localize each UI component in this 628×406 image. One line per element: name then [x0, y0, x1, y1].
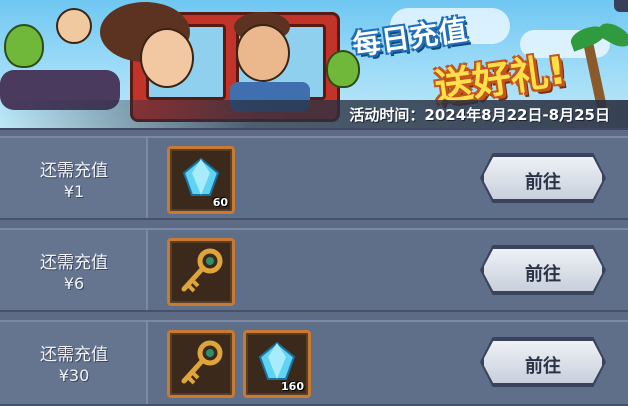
corner-decoration	[614, 0, 628, 12]
go-button-label: 前往	[525, 264, 561, 285]
event-banner: 每日充值 送好礼! 活动时间：2024年8月22日-8月25日	[0, 0, 628, 130]
reward-item-slot[interactable]	[167, 238, 235, 306]
requirement-amount: ¥30	[58, 366, 90, 385]
requirement-amount: ¥6	[63, 274, 85, 293]
reward-tier-row: 还需充值 ¥1 60 前往	[0, 136, 628, 220]
character-face	[56, 8, 92, 44]
event-time-text: 活动时间：2024年8月22日-8月25日	[349, 106, 610, 124]
go-button[interactable]: 前往	[482, 247, 604, 293]
character-face	[140, 28, 194, 88]
reward-item-slot[interactable]	[167, 330, 235, 398]
requirement-label: 还需充值	[40, 253, 108, 273]
go-button-label: 前往	[525, 172, 561, 193]
requirement-cell: 还需充值 ¥1	[0, 138, 148, 218]
requirement-cell: 还需充值 ¥6	[0, 230, 148, 310]
key-icon	[181, 340, 223, 385]
reward-count: 160	[281, 380, 304, 393]
key-icon	[181, 248, 223, 293]
reward-item-slot[interactable]: 160	[243, 330, 311, 398]
reward-item-slot[interactable]: 60	[167, 146, 235, 214]
requirement-amount: ¥1	[63, 182, 85, 201]
reward-count: 60	[212, 196, 228, 209]
go-button[interactable]: 前往	[482, 339, 604, 385]
requirement-label: 还需充值	[40, 345, 108, 365]
go-button-label: 前往	[525, 356, 561, 377]
requirement-cell: 还需充值 ¥30	[0, 322, 148, 404]
reward-tier-row: 还需充值 ¥6 前往	[0, 228, 628, 312]
character-face	[236, 24, 290, 82]
requirement-label: 还需充值	[40, 161, 108, 181]
reward-tier-row: 还需充值 ¥30 160 前往	[0, 320, 628, 406]
go-button[interactable]: 前往	[482, 155, 604, 201]
goblin-character	[4, 24, 44, 68]
